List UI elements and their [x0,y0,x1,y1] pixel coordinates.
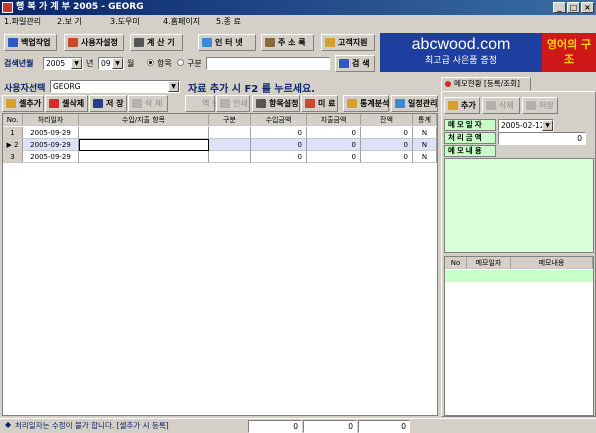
menu-homepage[interactable]: 4.홈페이지 [163,15,216,29]
status-bar: ◆ 처리일자는 수정이 불가 합니다. [셀추가 시 등록] 0 0 0 [0,418,596,433]
total-balance: 0 [358,420,410,433]
menu-bar: 1.파일관리 2.보 기 3.도우미 4.홈페이지 5.종 료 [0,15,596,29]
statistics-button[interactable]: 통계분석 [343,95,389,112]
memo-content-label: 메모내용 [444,145,496,157]
col-type: 구분 [209,114,251,126]
col-balance: 잔액 [361,114,413,126]
search-button[interactable]: 검 색 [335,55,375,72]
tab-memo[interactable]: 메모현황 [등록/조회] [441,77,531,91]
backup-button[interactable]: 백업작업 [4,34,57,51]
menu-exit[interactable]: 5.종 료 [216,15,269,29]
delete-icon [49,99,59,108]
memo-amount-input[interactable]: 0 [498,132,586,145]
user-settings-button[interactable]: 사용자설정 [64,34,124,51]
ad-banner-side[interactable]: 영어의 구조 [542,33,596,72]
excel-button[interactable]: 액 셀 [185,95,219,112]
print-button[interactable]: 인쇄 [216,95,250,112]
col-income: 수입금액 [251,114,307,126]
close-icon [486,101,496,110]
search-input[interactable] [206,57,330,70]
col-expense: 지출금액 [307,114,361,126]
save-icon [526,101,536,110]
preview-button[interactable]: 미 료 [301,95,338,112]
memo-content-textarea[interactable] [444,158,594,253]
memo-add-button[interactable]: 추가 [444,97,480,114]
year-select[interactable]: 2005 ▼ [43,57,83,70]
chevron-down-icon: ▼ [168,81,179,92]
memo-delete-button[interactable]: 삭제 [482,97,520,114]
add-icon [448,101,458,110]
month-select[interactable]: 09 ▼ [98,57,124,70]
backup-icon [8,38,18,47]
radio-item[interactable] [147,59,154,66]
bullet-icon: ◆ [5,420,12,429]
calendar-icon [395,99,405,108]
ad-banner[interactable]: abcwood.com 최고급 사은품 증정 [380,33,542,72]
chevron-down-icon: ▼ [112,58,123,69]
total-expense: 0 [303,420,357,433]
app-icon [2,2,13,13]
user-select-label: 사용자선택 [4,84,46,94]
table-row[interactable]: 3 2005-09-29 0 0 0 N [3,151,437,163]
internet-button[interactable]: 인 터 넷 [198,34,256,51]
title-bar: 행 복 가 계 부 2005 - GEORG _ □ × [0,0,596,15]
memo-save-button[interactable]: 저장 [522,97,558,114]
customer-support-button[interactable]: 고객지원 [321,34,375,51]
menu-file[interactable]: 1.파일관리 [4,15,57,29]
memo-amount-label: 처리금액 [444,132,496,144]
item-edit-cell[interactable] [79,139,209,151]
delete-row-button[interactable]: 셀삭제 [45,95,88,112]
memo-list-row[interactable] [445,270,593,282]
col-stat: 통계 [413,114,437,126]
search-period-label: 검색년월 [4,59,34,68]
add-row-button[interactable]: 셀추가 [2,95,44,112]
maximize-button[interactable]: □ [567,2,580,13]
status-note: 처리일자는 수정이 불가 합니다. [셀추가 시 등록] [15,421,169,430]
printer-icon [220,99,230,108]
close-icon [132,99,142,108]
col-item: 수입/지출 항목 [79,114,209,126]
memo-list-header: No 메모일자 메모내용 [445,257,593,269]
menu-help[interactable]: 3.도우미 [110,15,163,29]
memo-panel: 메모현황 [등록/조회] 추가 삭제 저장 메모일자 2005-02-12 ▼ 처… [441,77,596,417]
save-button[interactable]: 저 장 [89,95,127,112]
total-income: 0 [248,420,302,433]
memo-list[interactable]: No 메모일자 메모내용 [444,256,594,416]
add-icon [6,99,16,108]
memo-icon [445,81,451,87]
window-title: 행 복 가 계 부 2005 - GEORG [16,2,144,12]
calculator-button[interactable]: 계 산 기 [130,34,183,51]
key-icon [68,38,78,47]
minimize-button[interactable]: _ [553,2,566,13]
ledger-table[interactable]: No. 처리일자 수입/지출 항목 구분 수입금액 지출금액 잔액 통계 1 2… [2,113,438,416]
address-book-button[interactable]: 주 소 록 [261,34,314,51]
calculator-icon [134,38,144,47]
row-pointer-icon: ▶ [6,141,12,149]
item-settings-button[interactable]: 항목설정 [252,95,300,112]
close-button[interactable]: × [581,2,594,13]
chart-icon [347,99,357,108]
col-date: 처리일자 [23,114,79,126]
key-icon [305,99,315,108]
notice-text: 자료 추가 시 F2 를 누르세요. [188,84,315,95]
col-no: No. [3,114,23,126]
memo-date-label: 메모일자 [444,119,496,131]
user-select[interactable]: GEORG ▼ [50,80,180,93]
globe-icon [202,38,212,47]
schedule-button[interactable]: 일정관리 [391,95,438,112]
support-icon [325,38,335,47]
list-icon [256,99,266,108]
delete-button[interactable]: 삭 제 [128,95,168,112]
table-row-selected[interactable]: ▶ 2 2005-09-29 0 0 0 N [3,139,437,151]
radio-category[interactable] [177,59,184,66]
memo-date-picker[interactable]: 2005-02-12 ▼ [498,119,554,132]
chevron-down-icon: ▼ [542,120,553,131]
table-row[interactable]: 1 2005-09-29 0 0 0 N [3,127,437,139]
search-icon [339,59,349,68]
menu-view[interactable]: 2.보 기 [57,15,110,29]
chevron-down-icon: ▼ [71,58,82,69]
book-icon [265,38,275,47]
save-icon [93,99,103,108]
table-header: No. 처리일자 수입/지출 항목 구분 수입금액 지출금액 잔액 통계 [3,114,437,126]
